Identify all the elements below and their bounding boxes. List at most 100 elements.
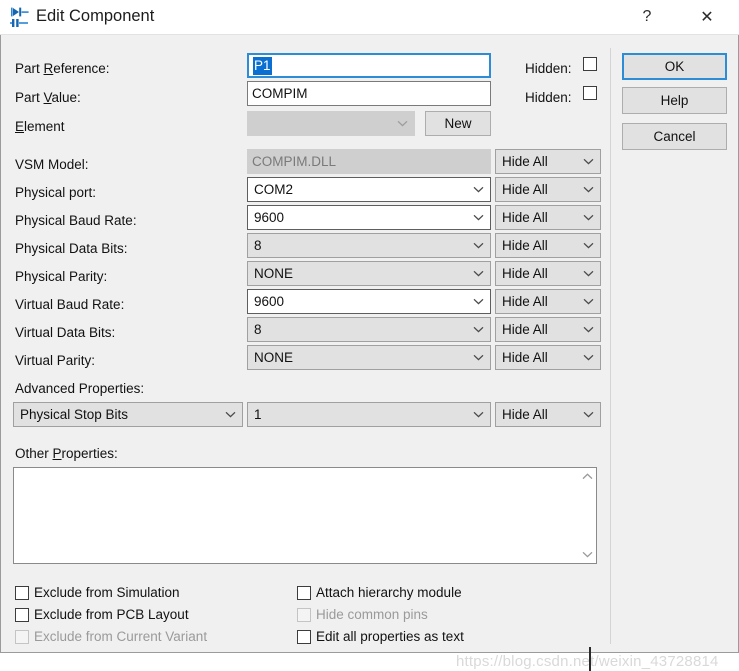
checkbox-box (583, 86, 597, 100)
dropdown-value: COM2 (254, 182, 294, 197)
physical-port-label: Physical port: (15, 185, 97, 200)
titlebar-help-icon[interactable]: ? (624, 0, 670, 34)
close-icon[interactable]: ✕ (684, 0, 730, 34)
other-properties-scrollbar[interactable] (578, 468, 596, 563)
dialog-client-area: Part Reference: P1 Hidden: Part Value: C… (1, 35, 738, 671)
vsm-model-input: COMPIM.DLL (247, 149, 491, 174)
part-reference-hidden-label: Hidden: (525, 61, 572, 76)
chevron-down-icon (581, 290, 595, 313)
virtual-parity-dropdown[interactable]: NONE (247, 345, 491, 370)
checkbox-label: Exclude from Current Variant (34, 629, 208, 644)
chevron-down-icon (471, 403, 485, 426)
chevron-down-icon (581, 318, 595, 341)
element-dropdown[interactable] (247, 111, 415, 136)
virtual-baud-rate-dropdown[interactable]: 9600 (247, 289, 491, 314)
dropdown-value: Hide All (502, 210, 548, 225)
dropdown-value: Hide All (502, 238, 548, 253)
dropdown-value: Hide All (502, 266, 548, 281)
chevron-down-icon (581, 150, 595, 173)
checkbox-box (583, 57, 597, 71)
physical-data-bits-visibility-dropdown[interactable]: Hide All (495, 233, 601, 258)
physical-parity-visibility-dropdown[interactable]: Hide All (495, 261, 601, 286)
part-reference-label: Part Reference: (15, 61, 110, 76)
virtual-data-bits-label: Virtual Data Bits: (15, 325, 116, 340)
physical-port-visibility-dropdown[interactable]: Hide All (495, 177, 601, 202)
part-reference-hidden-checkbox[interactable] (583, 57, 602, 71)
part-reference-selected-value: P1 (253, 57, 272, 75)
chevron-down-icon (581, 206, 595, 229)
dropdown-value: NONE (254, 266, 294, 281)
checkbox-label: Attach hierarchy module (316, 585, 462, 600)
ok-button[interactable]: OK (622, 53, 727, 80)
chevron-down-icon (471, 178, 485, 201)
checkbox-attach-hierarchy-module[interactable]: Attach hierarchy module (297, 585, 462, 600)
checkbox-box (15, 607, 29, 622)
part-value-input[interactable]: COMPIM (247, 81, 491, 106)
physical-parity-dropdown[interactable]: NONE (247, 261, 491, 286)
checkbox-label: Edit all properties as text (316, 629, 464, 644)
chevron-down-icon (471, 262, 485, 285)
checkbox-label: Exclude from PCB Layout (34, 607, 189, 622)
virtual-data-bits-dropdown[interactable]: 8 (247, 317, 491, 342)
edit-component-dialog: Edit Component ? ✕ Part Reference: P1 Hi… (0, 0, 739, 671)
chevron-down-icon (581, 178, 595, 201)
scroll-up-icon[interactable] (579, 468, 596, 485)
chevron-down-icon (471, 290, 485, 313)
physical-port-dropdown[interactable]: COM2 (247, 177, 491, 202)
checkbox-label: Hide common pins (316, 607, 428, 622)
vsm-model-visibility-dropdown[interactable]: Hide All (495, 149, 601, 174)
physical-parity-label: Physical Parity: (15, 269, 108, 284)
checkbox-exclude-from-simulation[interactable]: Exclude from Simulation (15, 585, 180, 600)
cancel-button[interactable]: Cancel (622, 123, 727, 150)
physical-baud-rate-visibility-dropdown[interactable]: Hide All (495, 205, 601, 230)
other-properties-textarea[interactable] (14, 468, 579, 563)
dropdown-value: Hide All (502, 294, 548, 309)
element-label: Element (15, 119, 65, 134)
advanced-properties-label: Advanced Properties: (15, 381, 145, 396)
advanced-property-value-dropdown[interactable]: 1 (247, 402, 491, 427)
other-properties-label: Other Properties: (15, 446, 118, 461)
virtual-baud-rate-label: Virtual Baud Rate: (15, 297, 125, 312)
part-value-hidden-label: Hidden: (525, 90, 572, 105)
new-element-button[interactable]: New (425, 111, 491, 136)
virtual-data-bits-visibility-dropdown[interactable]: Hide All (495, 317, 601, 342)
chevron-down-icon (581, 403, 595, 426)
dropdown-value: 8 (254, 238, 262, 253)
text-caret (589, 647, 591, 671)
chevron-down-icon (581, 234, 595, 257)
advanced-property-name-dropdown[interactable]: Physical Stop Bits (13, 402, 243, 427)
dropdown-value: Physical Stop Bits (20, 407, 129, 422)
virtual-parity-visibility-dropdown[interactable]: Hide All (495, 345, 601, 370)
physical-baud-rate-dropdown[interactable]: 9600 (247, 205, 491, 230)
dropdown-value: 9600 (254, 294, 285, 309)
chevron-down-icon (471, 318, 485, 341)
component-icon (10, 6, 32, 28)
checkbox-edit-all-properties-as-text[interactable]: Edit all properties as text (297, 629, 464, 644)
checkbox-exclude-from-current-variant: Exclude from Current Variant (15, 629, 207, 644)
checkbox-label: Exclude from Simulation (34, 585, 180, 600)
part-value-label: Part Value: (15, 90, 81, 105)
checkbox-exclude-from-pcb-layout[interactable]: Exclude from PCB Layout (15, 607, 189, 622)
title-bar: Edit Component ? ✕ (0, 0, 739, 35)
checkbox-box (297, 607, 311, 622)
virtual-baud-rate-visibility-dropdown[interactable]: Hide All (495, 289, 601, 314)
watermark-text: https://blog.csdn.net/weixin_43728814 (456, 653, 719, 670)
checkbox-hide-common-pins: Hide common pins (297, 607, 428, 622)
element-dropdown-value (254, 112, 392, 135)
physical-data-bits-dropdown[interactable]: 8 (247, 233, 491, 258)
vsm-model-label: VSM Model: (15, 157, 89, 172)
virtual-parity-label: Virtual Parity: (15, 353, 96, 368)
chevron-down-icon (581, 262, 595, 285)
window-title: Edit Component (36, 7, 155, 25)
dropdown-value: Hide All (502, 350, 548, 365)
dropdown-value: Hide All (502, 154, 548, 169)
help-button[interactable]: Help (622, 87, 727, 114)
advanced-property-visibility-dropdown[interactable]: Hide All (495, 402, 601, 427)
physical-baud-rate-label: Physical Baud Rate: (15, 213, 137, 228)
scroll-down-icon[interactable] (579, 546, 596, 563)
checkbox-box (297, 585, 311, 600)
part-value-hidden-checkbox[interactable] (583, 86, 602, 100)
chevron-down-icon (471, 234, 485, 257)
part-reference-input[interactable]: P1 (247, 53, 491, 78)
checkbox-box (297, 629, 311, 644)
